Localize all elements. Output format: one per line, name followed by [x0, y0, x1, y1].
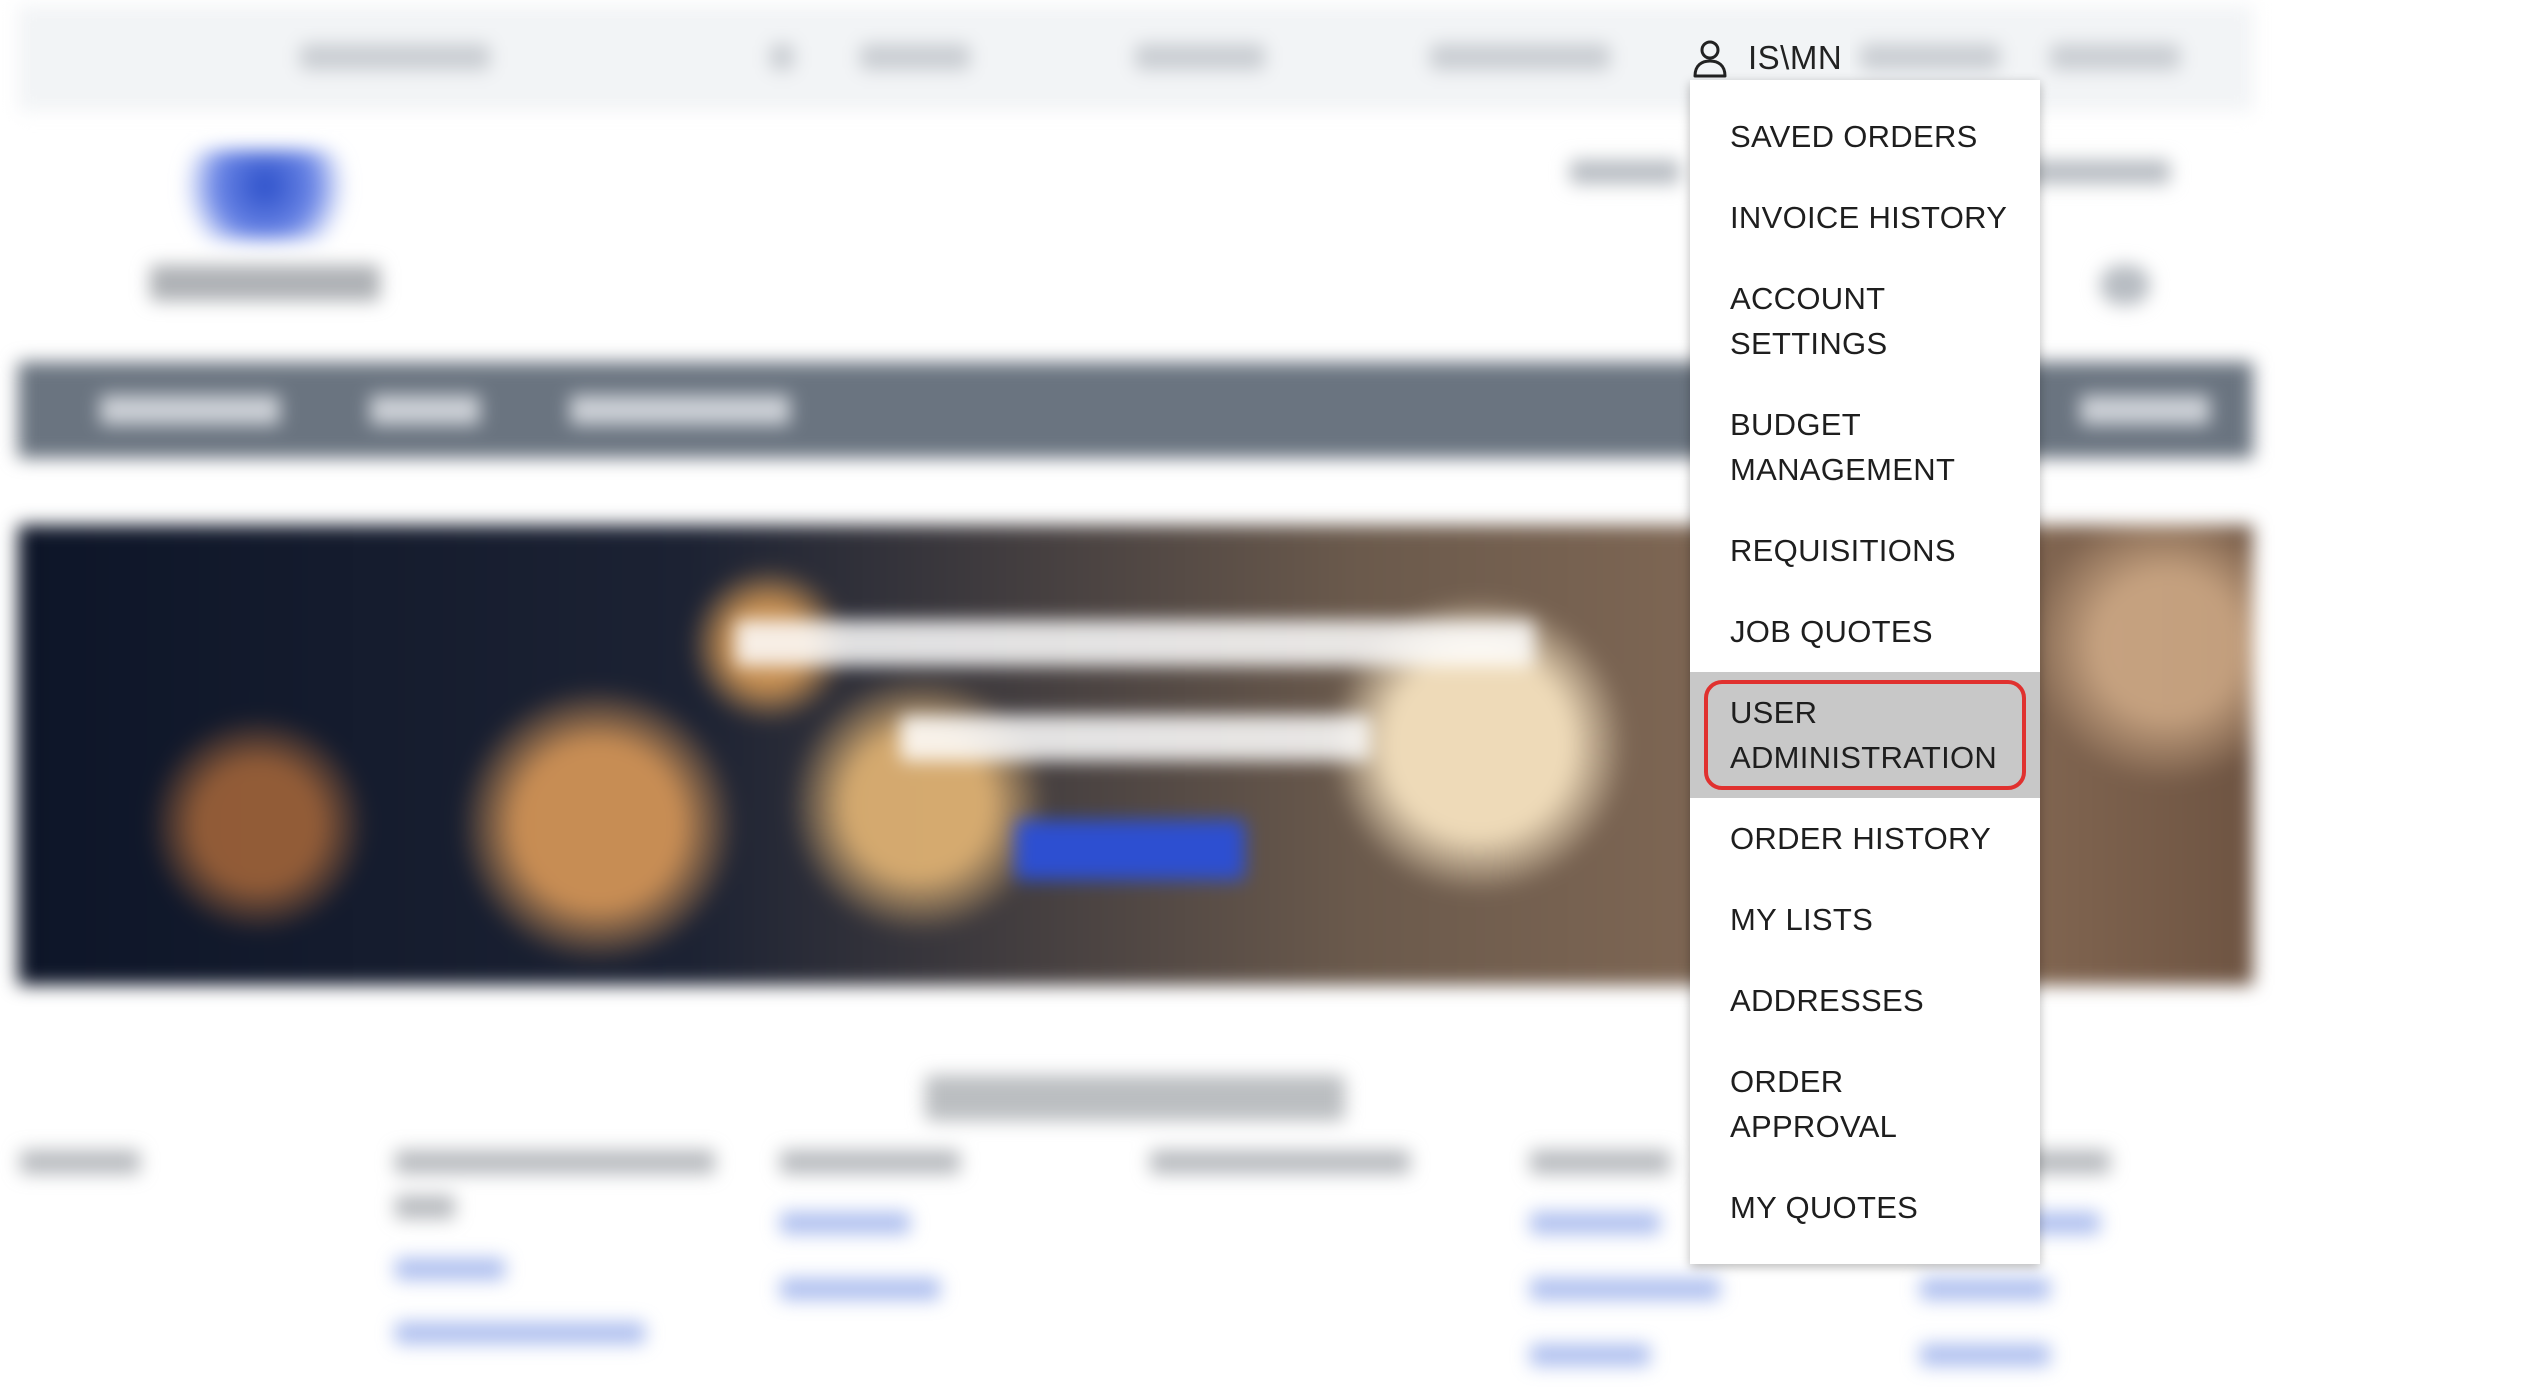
category-link[interactable] [780, 1278, 940, 1300]
blurred-background [0, 0, 2524, 1398]
category-link[interactable] [395, 1258, 505, 1280]
menu-item-invoice-history[interactable]: INVOICE HISTORY [1690, 177, 2040, 258]
utility-link[interactable] [860, 44, 970, 70]
menu-item-order-approval[interactable]: ORDER APPROVAL [1690, 1041, 2040, 1167]
utility-link[interactable] [1135, 44, 1265, 70]
menu-item-requisitions[interactable]: REQUISITIONS [1690, 510, 2040, 591]
category-heading[interactable] [395, 1195, 455, 1219]
menu-item-label: REQUISITIONS [1730, 533, 1956, 568]
menu-item-user-administration[interactable]: USER ADMINISTRATION [1690, 672, 2040, 798]
hero-subheadline [900, 715, 1370, 761]
category-link[interactable] [1530, 1212, 1660, 1234]
header-link[interactable] [2020, 160, 2170, 184]
menu-item-label: MY LISTS [1730, 902, 1874, 937]
menu-item-label: SAVED ORDERS [1730, 119, 1978, 154]
utility-link[interactable] [1430, 44, 1610, 70]
menu-item-label: INVOICE HISTORY [1730, 200, 2008, 235]
category-heading[interactable] [395, 1150, 715, 1174]
menu-item-label: JOB QUOTES [1730, 614, 1933, 649]
account-menu-trigger[interactable]: IS\MN [1688, 30, 1851, 86]
hero-cta-button[interactable] [1015, 820, 1245, 880]
category-heading[interactable] [20, 1150, 140, 1174]
utility-link[interactable] [2050, 44, 2180, 70]
menu-item-account-settings[interactable]: ACCOUNT SETTINGS [1690, 258, 2040, 384]
category-link[interactable] [1530, 1344, 1650, 1366]
menu-item-label: BUDGET MANAGEMENT [1730, 407, 1956, 487]
menu-item-job-quotes[interactable]: JOB QUOTES [1690, 591, 2040, 672]
menu-item-label: MY QUOTES [1730, 1190, 1919, 1225]
menu-item-my-lists[interactable]: MY LISTS [1690, 879, 2040, 960]
menu-item-saved-orders[interactable]: SAVED ORDERS [1690, 96, 2040, 177]
category-heading[interactable] [780, 1150, 960, 1174]
category-link[interactable] [1920, 1344, 2050, 1366]
menu-item-addresses[interactable]: ADDRESSES [1690, 960, 2040, 1041]
category-link[interactable] [1530, 1278, 1720, 1300]
utility-link[interactable] [300, 44, 490, 70]
menu-item-order-history[interactable]: ORDER HISTORY [1690, 798, 2040, 879]
menu-item-label: ORDER HISTORY [1730, 821, 1992, 856]
section-title [925, 1075, 1345, 1121]
utility-link[interactable] [1860, 44, 2000, 70]
user-icon [1693, 40, 1727, 78]
menu-item-label: USER ADMINISTRATION [1730, 695, 1998, 775]
category-link[interactable] [1920, 1278, 2050, 1300]
nav-item[interactable] [2080, 395, 2210, 425]
user-name: IS\MN [1748, 39, 1843, 76]
category-heading[interactable] [1530, 1150, 1670, 1174]
cart-icon[interactable] [2100, 265, 2150, 305]
category-link[interactable] [395, 1322, 645, 1344]
menu-item-label: ORDER APPROVAL [1730, 1064, 1898, 1144]
nav-item[interactable] [570, 395, 790, 425]
brand-wordmark [150, 265, 380, 301]
menu-item-budget-management[interactable]: BUDGET MANAGEMENT [1690, 384, 2040, 510]
storefront-page: IS\MN SAVED ORDERS INVOICE HISTORY ACCOU… [0, 0, 2524, 1398]
header-link[interactable] [1570, 160, 1680, 184]
menu-item-label: ACCOUNT SETTINGS [1730, 281, 1888, 361]
category-link[interactable] [780, 1212, 910, 1234]
utility-separator [770, 44, 794, 70]
nav-item[interactable] [370, 395, 480, 425]
nav-item[interactable] [100, 395, 280, 425]
menu-item-my-quotes[interactable]: MY QUOTES [1690, 1167, 2040, 1248]
category-heading[interactable] [1150, 1150, 1410, 1174]
account-dropdown-menu: SAVED ORDERS INVOICE HISTORY ACCOUNT SET… [1690, 80, 2040, 1264]
brand-logo[interactable] [170, 150, 360, 240]
hero-headline [735, 620, 1535, 666]
menu-item-label: ADDRESSES [1730, 983, 1924, 1018]
